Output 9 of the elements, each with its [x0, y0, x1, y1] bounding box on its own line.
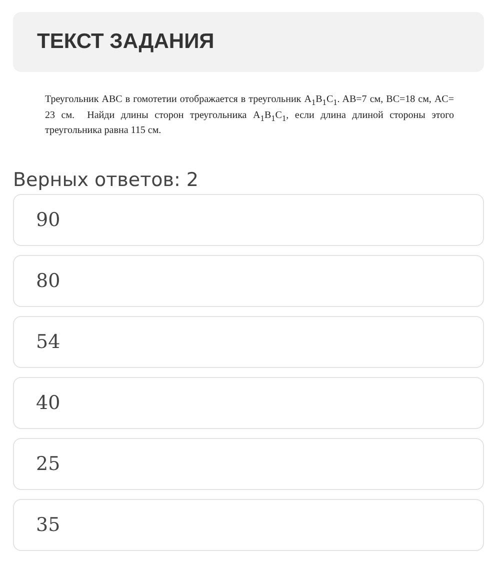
- answer-option[interactable]: 54: [13, 316, 484, 368]
- task-text: Треугольник ABC в гомотетии отображается в треугольник A$_{1}$B$_{1}$C$_{1}$. AB=7 см, BC=18 см, AC= 23 см. Найди длины сторон треугольника A$_{1}$B$_{1}$C$_{1}$, если длина длиной стороны этого треугольника равна 115 см.: [45, 94, 454, 138]
- answer-option[interactable]: 90: [13, 194, 484, 246]
- answer-option[interactable]: 25: [13, 438, 484, 490]
- answer-option[interactable]: 40: [13, 376, 484, 428]
- answer-option[interactable]: 35: [13, 498, 484, 550]
- header-title: ТЕКСТ ЗАДАНИЯ: [37, 30, 214, 54]
- answers-count-label: Верных ответов: 2: [13, 168, 200, 192]
- answer-option[interactable]: 80: [13, 254, 484, 306]
